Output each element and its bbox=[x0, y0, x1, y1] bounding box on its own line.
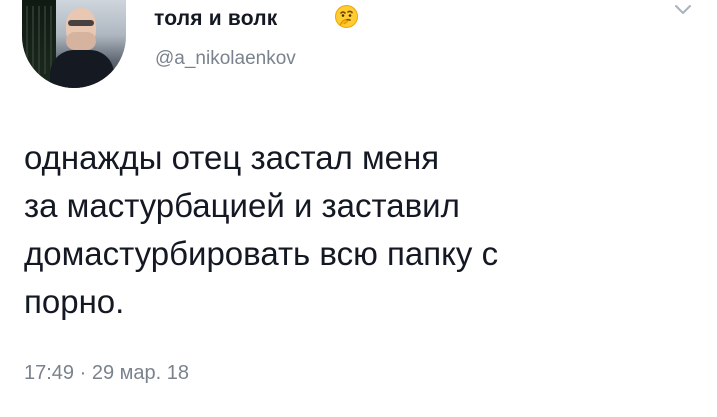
avatar-hands bbox=[66, 32, 96, 50]
tweet-text: однажды отец застал меня за мастурбацией… bbox=[24, 139, 499, 320]
avatar-glasses bbox=[68, 20, 94, 26]
thinking-face-icon bbox=[335, 5, 358, 28]
display-name[interactable]: толя и волк bbox=[154, 8, 277, 29]
tweet-card: толя и волк @a_nikolaenkov однажды отец … bbox=[0, 0, 717, 417]
avatar[interactable] bbox=[22, 0, 126, 88]
avatar-body bbox=[50, 50, 114, 88]
tweet-time[interactable]: 17:49 bbox=[24, 362, 74, 384]
meta-separator: · bbox=[74, 362, 92, 384]
username[interactable]: @a_nikolaenkov bbox=[155, 49, 296, 68]
avatar-fence bbox=[26, 6, 52, 74]
tweet-meta: 17:49 · 29 мар. 18 bbox=[24, 362, 189, 385]
tweet-date[interactable]: 29 мар. 18 bbox=[92, 362, 189, 384]
chevron-down-icon[interactable] bbox=[674, 4, 692, 16]
